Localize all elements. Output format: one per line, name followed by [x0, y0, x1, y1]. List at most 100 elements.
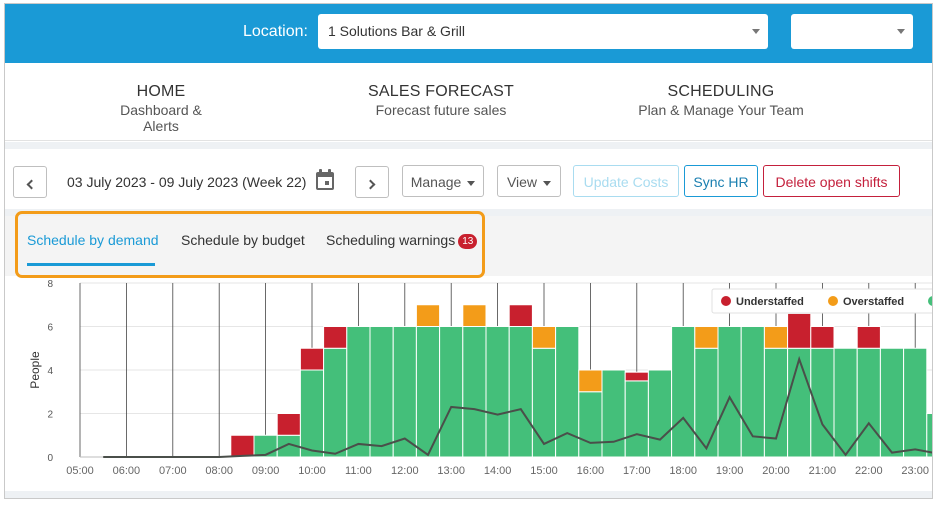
secondary-select[interactable]: [791, 14, 913, 49]
y-tick-label: 6: [47, 323, 53, 334]
x-tick-label: 22:00: [855, 465, 883, 477]
bar-scheduled: [763, 347, 789, 458]
bar-understaffed: [624, 371, 649, 382]
view-dropdown[interactable]: View: [497, 165, 561, 197]
nav-home-title: HOME: [136, 83, 186, 100]
nav-scheduling[interactable]: SCHEDULING Plan & Manage Your Team: [634, 83, 808, 118]
prev-week-button[interactable]: [13, 166, 47, 198]
bar-understaffed: [508, 304, 533, 327]
nav-scheduling-subtitle: Plan & Manage Your Team: [638, 102, 804, 118]
bar-understaffed: [230, 434, 255, 458]
y-tick-label: 4: [47, 366, 53, 377]
nav-sales-forecast[interactable]: SALES FORECAST Forecast future sales: [366, 83, 516, 118]
x-tick-label: 06:00: [113, 465, 141, 477]
bar-scheduled: [624, 380, 649, 458]
x-tick-label: 16:00: [577, 465, 605, 477]
y-tick-label: 2: [47, 410, 53, 421]
x-tick-label: 10:00: [298, 465, 326, 477]
bar-scheduled: [856, 347, 881, 458]
x-tick-label: 21:00: [809, 465, 837, 477]
nav-scheduling-title: SCHEDULING: [667, 83, 775, 100]
location-label: Location:: [243, 23, 308, 40]
bar-scheduled: [903, 347, 928, 458]
update-costs-button[interactable]: Update Costs: [573, 165, 679, 197]
bar-understaffed: [810, 326, 835, 349]
bar-scheduled: [485, 326, 510, 458]
chevron-left-icon: [26, 179, 37, 190]
view-label: View: [506, 174, 538, 190]
next-week-button[interactable]: [355, 166, 389, 198]
tabs-highlight-outline: [15, 211, 485, 278]
chevron-right-icon: [365, 179, 376, 190]
x-tick-label: 07:00: [159, 465, 187, 477]
bar-scheduled: [647, 369, 673, 458]
bar-understaffed: [276, 413, 301, 436]
delete-open-shifts-label: Delete open shifts: [775, 174, 888, 190]
calendar-icon[interactable]: [315, 169, 335, 191]
x-tick-label: 14:00: [484, 465, 512, 477]
sync-hr-label: Sync HR: [693, 174, 749, 190]
divider: [5, 142, 932, 149]
x-tick-label: 15:00: [530, 465, 558, 477]
location-select-value: 1 Solutions Bar & Grill: [328, 23, 465, 39]
main-nav: HOME Dashboard & Alerts SALES FORECAST F…: [5, 63, 932, 141]
caret-down-icon: [543, 180, 552, 186]
x-tick-label: 08:00: [205, 465, 233, 477]
legend-label: Understaffed: [736, 296, 804, 308]
manage-label: Manage: [410, 174, 462, 190]
bar-overstaffed: [415, 304, 441, 327]
x-tick-label: 12:00: [391, 465, 419, 477]
location-select[interactable]: 1 Solutions Bar & Grill: [318, 14, 768, 49]
bar-understaffed: [299, 347, 325, 371]
chevron-down-icon: [752, 29, 760, 34]
sync-hr-button[interactable]: Sync HR: [684, 165, 758, 197]
x-tick-label: 19:00: [716, 465, 744, 477]
bar-overstaffed: [462, 304, 487, 327]
bar-scheduled: [717, 326, 742, 458]
manage-dropdown[interactable]: Manage: [402, 165, 484, 197]
y-tick-label: 8: [47, 279, 53, 290]
chevron-down-icon: [897, 29, 905, 34]
bar-scheduled: [833, 347, 858, 458]
bar-scheduled: [369, 326, 394, 458]
x-tick-label: 18:00: [669, 465, 697, 477]
x-tick-label: 23:00: [901, 465, 929, 477]
bar-overstaffed: [763, 326, 789, 349]
x-tick-label: 17:00: [623, 465, 651, 477]
legend-label: Overstaffed: [843, 296, 904, 308]
bar-overstaffed: [578, 369, 603, 393]
x-tick-label: 05:00: [66, 465, 94, 477]
nav-home-subtitle: Dashboard & Alerts: [120, 102, 202, 134]
bar-scheduled: [578, 391, 603, 458]
delete-open-shifts-button[interactable]: Delete open shifts: [763, 165, 900, 197]
bar-understaffed: [856, 326, 881, 349]
bar-scheduled: [926, 413, 932, 458]
legend-marker: [828, 296, 838, 306]
location-bar: Location: 1 Solutions Bar & Grill: [5, 4, 932, 63]
y-axis-label: People: [28, 351, 42, 389]
bar-scheduled: [694, 347, 719, 458]
legend-marker: [721, 296, 731, 306]
update-costs-label: Update Costs: [583, 174, 669, 190]
bar-scheduled: [787, 347, 812, 458]
bar-scheduled: [671, 326, 696, 458]
nav-sales-forecast-subtitle: Forecast future sales: [375, 102, 507, 118]
week-range: 03 July 2023 - 09 July 2023 (Week 22): [67, 174, 307, 190]
x-tick-label: 11:00: [345, 465, 372, 477]
bar-understaffed: [787, 312, 812, 349]
bar-scheduled: [439, 326, 464, 458]
divider: [5, 491, 932, 498]
nav-sales-forecast-title: SALES FORECAST: [368, 83, 514, 100]
bar-overstaffed: [694, 326, 719, 349]
bar-overstaffed: [531, 326, 557, 349]
bar-scheduled: [392, 326, 417, 458]
x-tick-label: 09:00: [252, 465, 280, 477]
caret-down-icon: [467, 180, 476, 186]
staffing-chart: 0 2 4 6 8 05:00 06:00 07:00 08:00 09:00 10:00 11:00…: [28, 279, 932, 477]
bar-scheduled: [346, 326, 371, 458]
nav-home[interactable]: HOME Dashboard & Alerts: [101, 83, 221, 134]
app-window: Location: 1 Solutions Bar & Grill HOME D…: [4, 3, 933, 499]
bar-scheduled: [879, 347, 905, 458]
bar-scheduled: [601, 369, 626, 458]
bar-understaffed: [323, 326, 348, 349]
